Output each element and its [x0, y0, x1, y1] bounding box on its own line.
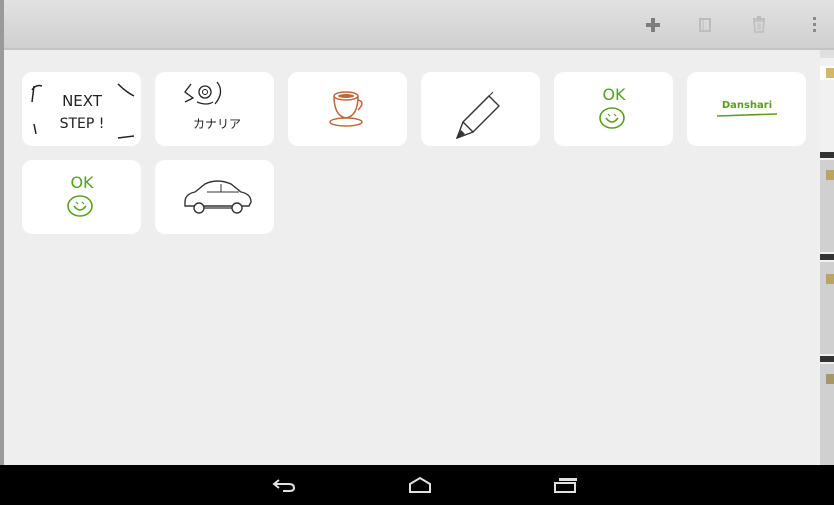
notes-grid: NEXT STEP ! カナリア OK Danshari OK: [4, 50, 820, 465]
note-text-line2: STEP !: [60, 116, 105, 132]
side-page-strip[interactable]: [820, 50, 834, 465]
overflow-menu-button[interactable]: [800, 10, 830, 40]
canaria-drawing: カナリア: [184, 81, 241, 131]
add-button[interactable]: [638, 10, 668, 40]
delete-button[interactable]: [744, 10, 774, 40]
handwriting-drawing: NEXT STEP !: [31, 83, 135, 139]
note-ok-2[interactable]: OK: [22, 160, 141, 234]
copy-button[interactable]: [690, 10, 720, 40]
note-text-line1: NEXT: [62, 92, 103, 110]
note-danshari[interactable]: Danshari: [687, 72, 806, 146]
add-icon: [646, 18, 660, 32]
note-text: カナリア: [193, 117, 241, 131]
action-bar: [4, 0, 834, 50]
back-button[interactable]: [264, 473, 304, 497]
note-text: OK: [70, 173, 94, 192]
ok-drawing: OK: [67, 173, 94, 217]
note-text: OK: [602, 85, 626, 104]
trash-icon: [753, 16, 765, 33]
home-button[interactable]: [400, 473, 440, 497]
coffee-cup-drawing: [329, 91, 363, 127]
home-icon: [409, 476, 431, 493]
copy-icon: [699, 18, 711, 32]
recent-apps-icon: [554, 478, 577, 493]
back-icon: [272, 479, 296, 492]
note-coffee-cup[interactable]: [288, 72, 407, 146]
overflow-menu-icon: [813, 17, 816, 32]
ok-drawing: OK: [599, 85, 626, 129]
app-window: NEXT STEP ! カナリア OK Danshari OK: [0, 0, 834, 465]
note-pencil[interactable]: [421, 72, 540, 146]
pencil-drawing: [455, 91, 500, 140]
note-next-step[interactable]: NEXT STEP !: [22, 72, 141, 146]
navigation-bar: [0, 465, 834, 505]
note-car[interactable]: [155, 160, 274, 234]
note-canaria[interactable]: カナリア: [155, 72, 274, 146]
danshari-drawing: Danshari: [716, 100, 778, 117]
recent-apps-button[interactable]: [546, 473, 586, 497]
car-drawing: [184, 180, 252, 214]
note-text: Danshari: [722, 100, 772, 111]
note-ok-1[interactable]: OK: [554, 72, 673, 146]
